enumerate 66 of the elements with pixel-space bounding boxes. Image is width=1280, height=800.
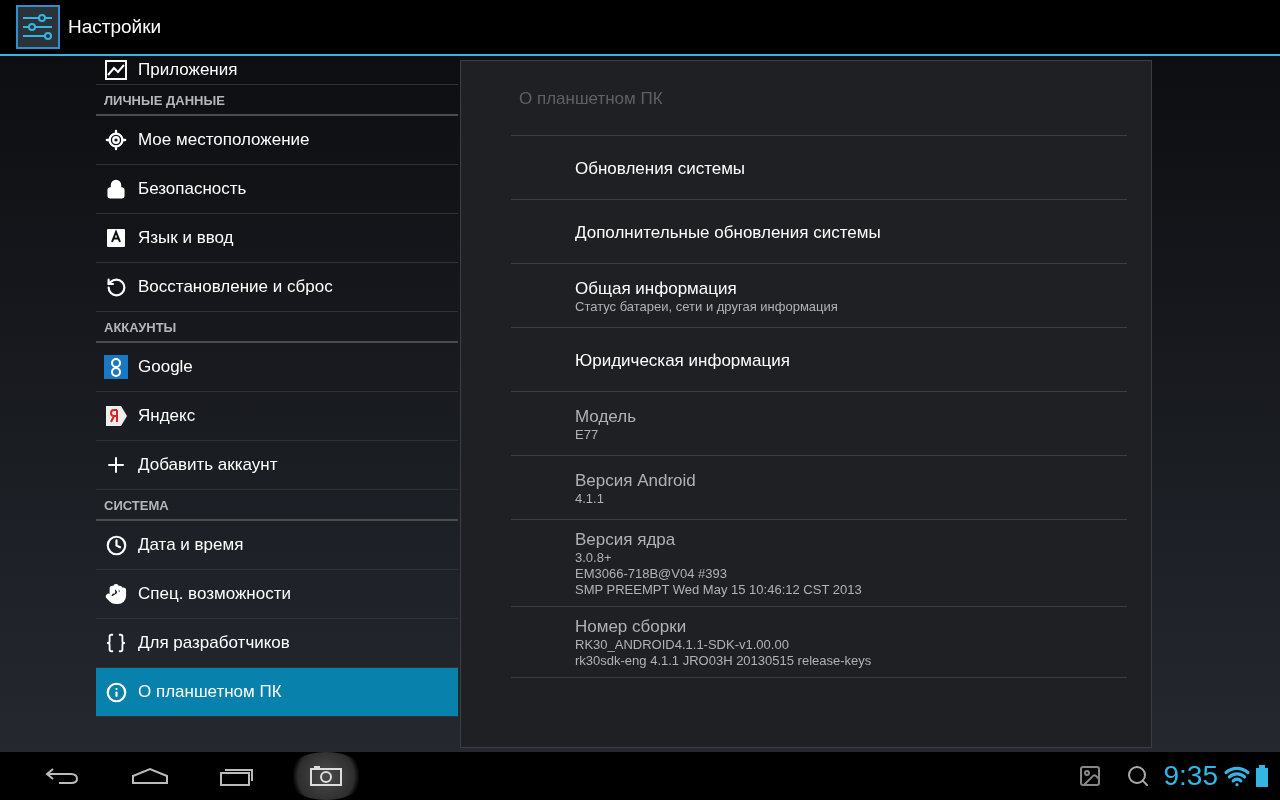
row-summary: Статус батареи, сети и другая информация bbox=[575, 298, 838, 314]
row-title: Обновления системы bbox=[575, 158, 746, 178]
gallery-icon[interactable] bbox=[1077, 764, 1102, 788]
home-icon bbox=[131, 767, 169, 785]
settings-item[interactable]: Спец. возможности bbox=[96, 570, 458, 619]
settings-item[interactable]: Дата и время bbox=[96, 521, 458, 570]
row-title: Юридическая информация bbox=[575, 350, 790, 370]
lock-icon bbox=[104, 177, 128, 201]
row-summary: rk30sdk-eng 4.1.1 JRO03H 20130515 release-keys bbox=[575, 653, 872, 668]
section-header: СИСТЕМА bbox=[96, 490, 458, 521]
item-label: Безопасность bbox=[138, 179, 247, 199]
row-title: Версия Android bbox=[575, 470, 696, 490]
battery-icon bbox=[1256, 765, 1268, 787]
item-label: Google bbox=[138, 357, 193, 377]
back-icon bbox=[45, 767, 79, 785]
settings-item[interactable]: Яндекс bbox=[96, 392, 458, 441]
settings-item[interactable]: Добавить аккаунт bbox=[96, 441, 458, 490]
preference-row[interactable]: Общая информация Статус батареи, сети и другая информация bbox=[511, 264, 1127, 328]
g-tile-icon bbox=[104, 355, 128, 379]
row-title: Номер сборки bbox=[575, 617, 687, 636]
item-label: Приложения bbox=[138, 60, 238, 80]
camera-icon bbox=[310, 766, 342, 786]
row-summary: SMP PREEMPT Wed May 15 10:46:12 CST 2013 bbox=[575, 582, 862, 597]
location-icon bbox=[104, 128, 128, 152]
settings-icon[interactable] bbox=[16, 5, 60, 49]
row-summary: EM3066-718B@V04 #393 bbox=[575, 566, 727, 581]
item-label: О планшетном ПК bbox=[138, 682, 282, 702]
item-label: Восстановление и сброс bbox=[138, 277, 333, 297]
settings-item[interactable]: Язык и ввод bbox=[96, 214, 458, 263]
braces-icon bbox=[104, 631, 128, 655]
item-label: Дата и время bbox=[138, 535, 244, 555]
item-label: Спец. возможности bbox=[138, 584, 291, 604]
item-label: Мое местоположение bbox=[138, 130, 310, 150]
tag-letter-icon bbox=[104, 404, 128, 428]
keyboard-letter-icon bbox=[104, 226, 128, 250]
section-header: ЛИЧНЫЕ ДАННЫЕ bbox=[96, 85, 458, 116]
preference-row[interactable]: Юридическая информация bbox=[511, 328, 1127, 392]
section-header: АККАУНТЫ bbox=[96, 312, 458, 343]
panel-title: О планшетном ПК bbox=[519, 89, 663, 108]
recents-icon bbox=[220, 766, 256, 786]
settings-item[interactable]: Мое местоположение bbox=[96, 116, 458, 165]
row-summary: E77 bbox=[575, 426, 599, 442]
preference-row[interactable]: Дополнительные обновления системы bbox=[511, 200, 1127, 264]
row-title: Дополнительные обновления системы bbox=[575, 222, 881, 242]
row-summary: RK30_ANDROID4.1.1-SDK-v1.00.00 bbox=[575, 637, 789, 652]
row-summary: 4.1.1 bbox=[575, 490, 604, 506]
item-label: Яндекс bbox=[138, 406, 196, 426]
row-title: Общая информация bbox=[575, 278, 737, 298]
info-icon bbox=[104, 680, 128, 704]
app-title: Настройки bbox=[68, 16, 162, 38]
clock-icon bbox=[104, 533, 128, 557]
settings-item[interactable]: Восстановление и сброс bbox=[96, 263, 458, 312]
preference-row[interactable]: Обновления системы bbox=[511, 136, 1127, 200]
search-icon[interactable] bbox=[1125, 764, 1150, 788]
item-label: Язык и ввод bbox=[138, 228, 234, 248]
item-label: Для разработчиков bbox=[138, 633, 290, 653]
row-summary: 3.0.8+ bbox=[575, 550, 612, 565]
settings-item[interactable]: Безопасность bbox=[96, 165, 458, 214]
clock-time: 9:35 bbox=[1163, 760, 1218, 792]
row-title: Версия ядра bbox=[575, 530, 676, 549]
settings-item[interactable]: Google bbox=[96, 343, 458, 392]
item-label: Добавить аккаунт bbox=[138, 455, 278, 475]
settings-item[interactable]: Приложения bbox=[96, 56, 458, 85]
row-title: Модель bbox=[575, 406, 637, 426]
hand-icon bbox=[104, 582, 128, 606]
settings-item[interactable]: О планшетном ПК bbox=[96, 668, 458, 717]
